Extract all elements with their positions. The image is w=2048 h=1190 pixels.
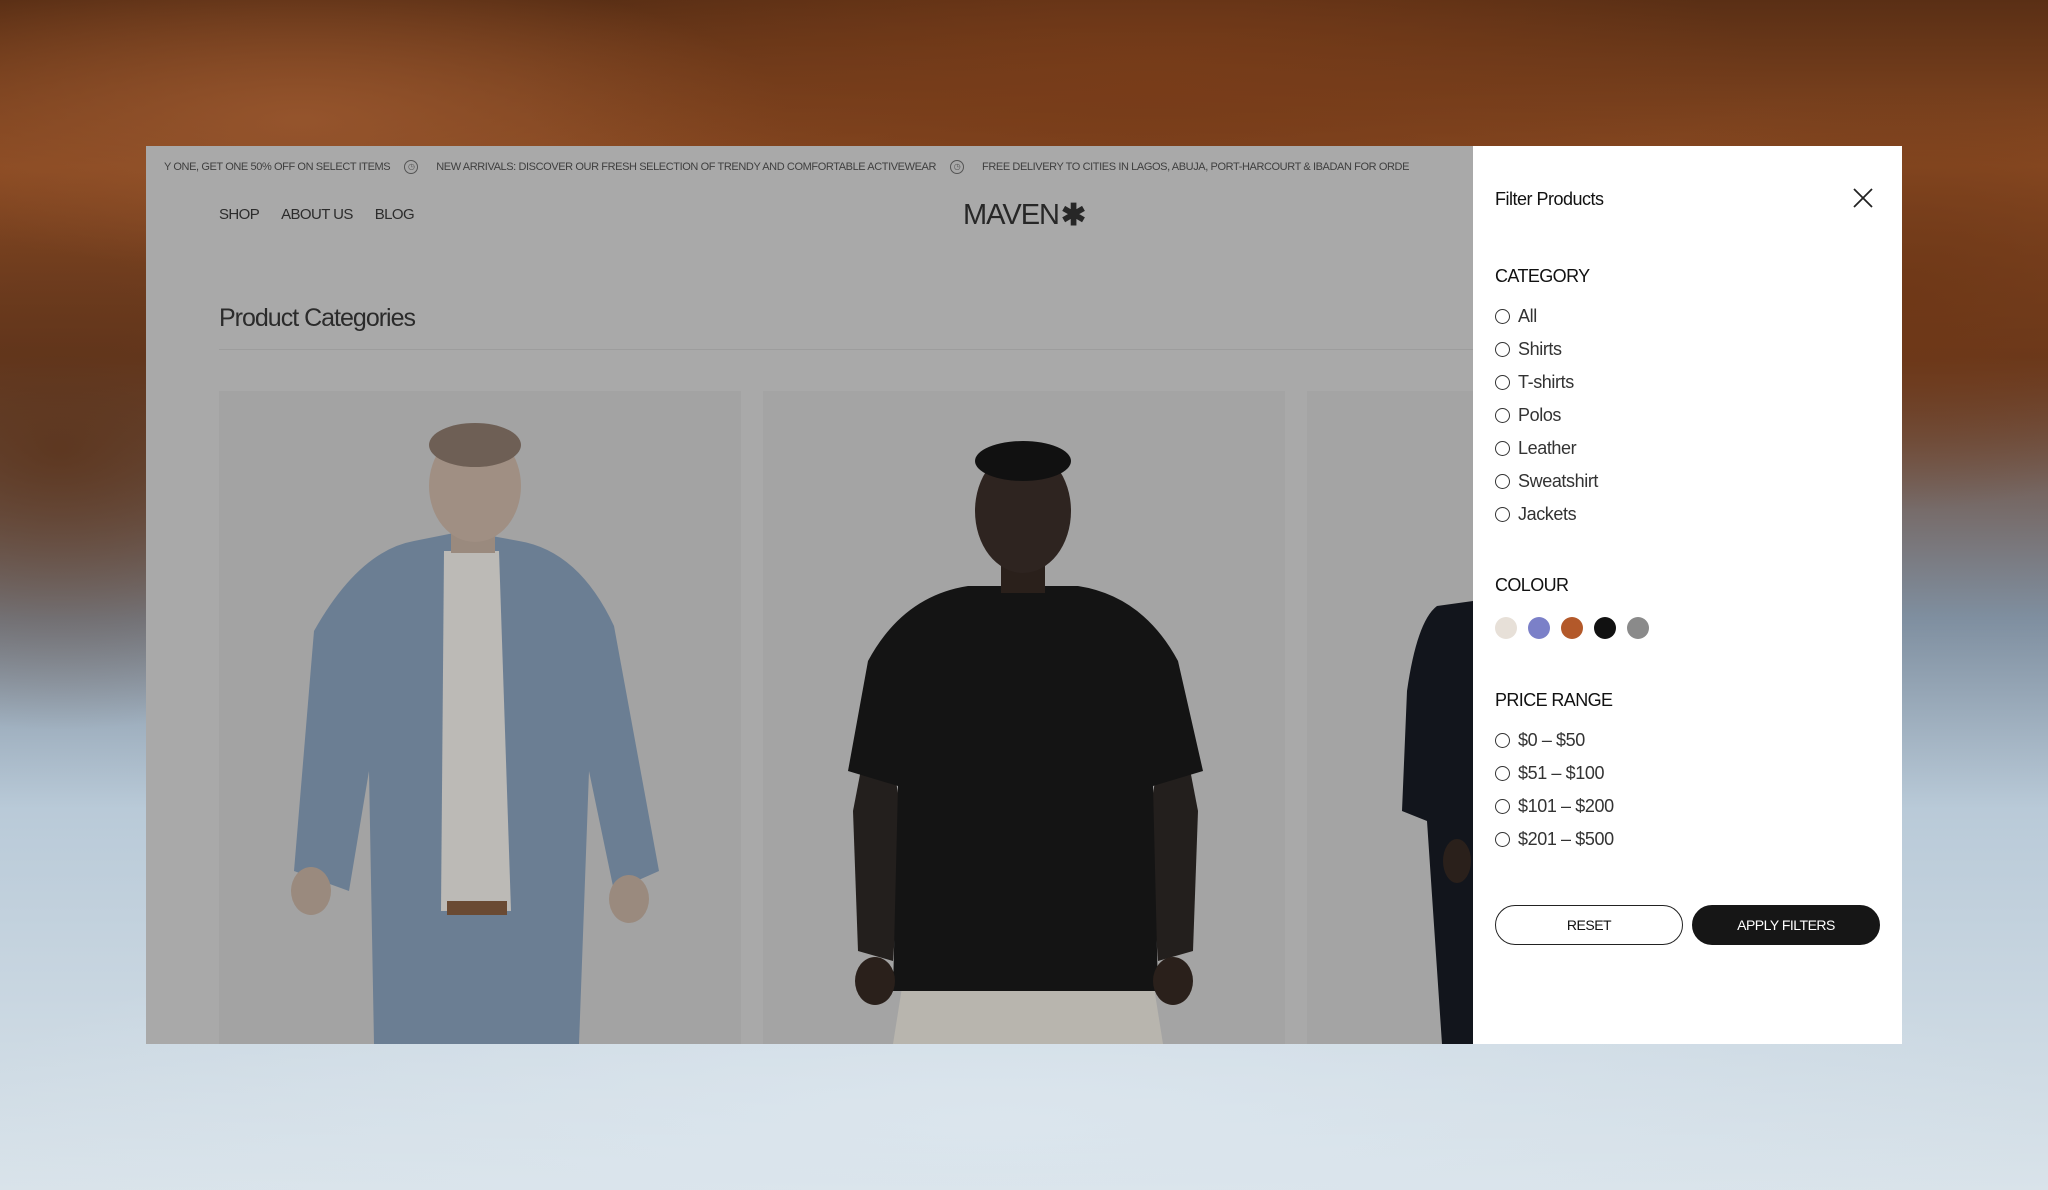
option-label: T-shirts — [1518, 372, 1574, 392]
radio-icon — [1495, 799, 1510, 814]
radio-icon — [1495, 766, 1510, 781]
option-label: $51 – $100 — [1518, 763, 1605, 783]
category-option-polos[interactable]: Polos — [1495, 405, 1561, 426]
filter-panel: Filter Products CATEGORY All Shirts T-sh… — [1473, 146, 1902, 1044]
model-polo-image — [1307, 391, 1473, 1044]
model-denim-shirt-image — [219, 391, 741, 1044]
colour-swatches — [1495, 617, 1649, 639]
category-option-sweatshirt[interactable]: Sweatshirt — [1495, 471, 1598, 492]
category-heading: CATEGORY — [1495, 266, 1590, 286]
product-card-shirt[interactable] — [219, 391, 741, 1044]
option-label: All — [1518, 306, 1537, 326]
category-option-tshirts[interactable]: T-shirts — [1495, 372, 1574, 393]
brand-logo[interactable]: MAVEN ✱ — [963, 198, 1086, 233]
shop-page: Y ONE, GET ONE 50% OFF ON SELECT ITEMS ◷… — [146, 146, 1473, 1044]
page-title: Product Categories — [219, 304, 416, 332]
radio-icon — [1495, 507, 1510, 522]
nav-about-link[interactable]: ABOUT US — [281, 206, 353, 223]
model-black-tshirt-image — [763, 391, 1285, 1044]
price-range-heading: PRICE RANGE — [1495, 690, 1613, 710]
circle-icon: ◷ — [950, 160, 965, 174]
option-label: Jackets — [1518, 504, 1577, 524]
nav-shop-link[interactable]: SHOP — [219, 206, 260, 223]
option-label: Leather — [1518, 438, 1577, 458]
colour-swatch-black[interactable] — [1594, 617, 1616, 639]
price-option-201-500[interactable]: $201 – $500 — [1495, 829, 1614, 850]
colour-heading: COLOUR — [1495, 575, 1569, 595]
close-icon[interactable] — [1849, 184, 1877, 212]
reset-button[interactable]: RESET — [1495, 905, 1683, 945]
category-option-all[interactable]: All — [1495, 306, 1537, 327]
announcement-ticker: Y ONE, GET ONE 50% OFF ON SELECT ITEMS ◷… — [146, 146, 1473, 188]
radio-icon — [1495, 342, 1510, 357]
category-option-shirts[interactable]: Shirts — [1495, 339, 1562, 360]
divider — [219, 349, 1473, 350]
option-label: $201 – $500 — [1518, 829, 1614, 849]
price-option-101-200[interactable]: $101 – $200 — [1495, 796, 1614, 817]
apply-filters-button[interactable]: APPLY FILTERS — [1692, 905, 1880, 945]
price-option-0-50[interactable]: $0 – $50 — [1495, 730, 1585, 751]
category-option-jackets[interactable]: Jackets — [1495, 504, 1577, 525]
colour-swatch-grey[interactable] — [1627, 617, 1649, 639]
option-label: Shirts — [1518, 339, 1562, 359]
colour-swatch-periwinkle[interactable] — [1528, 617, 1550, 639]
brand-name: MAVEN — [963, 199, 1060, 231]
radio-icon — [1495, 832, 1510, 847]
radio-icon — [1495, 474, 1510, 489]
ticker-item: Y ONE, GET ONE 50% OFF ON SELECT ITEMS — [164, 161, 391, 173]
colour-swatch-rust[interactable] — [1561, 617, 1583, 639]
ticker-item: FREE DELIVERY TO CITIES IN LAGOS, ABUJA,… — [982, 161, 1410, 173]
option-label: Sweatshirt — [1518, 471, 1599, 491]
product-card-polo[interactable] — [1307, 391, 1473, 1044]
asterisk-icon: ✱ — [1060, 199, 1086, 232]
main-nav: SHOP ABOUT US BLOG — [219, 206, 415, 223]
circle-icon: ◷ — [404, 160, 419, 174]
product-card-tshirt[interactable] — [763, 391, 1285, 1044]
price-option-51-100[interactable]: $51 – $100 — [1495, 763, 1604, 784]
colour-swatch-cream[interactable] — [1495, 617, 1517, 639]
radio-icon — [1495, 408, 1510, 423]
option-label: Polos — [1518, 405, 1562, 425]
browser-frame: Y ONE, GET ONE 50% OFF ON SELECT ITEMS ◷… — [146, 146, 1902, 1044]
radio-icon — [1495, 375, 1510, 390]
radio-icon — [1495, 733, 1510, 748]
nav-blog-link[interactable]: BLOG — [375, 206, 415, 223]
radio-icon — [1495, 309, 1510, 324]
ticker-item: NEW ARRIVALS: DISCOVER OUR FRESH SELECTI… — [436, 161, 937, 173]
category-option-leather[interactable]: Leather — [1495, 438, 1577, 459]
radio-icon — [1495, 441, 1510, 456]
filter-panel-title: Filter Products — [1495, 189, 1604, 209]
option-label: $101 – $200 — [1518, 796, 1614, 816]
option-label: $0 – $50 — [1518, 730, 1585, 750]
